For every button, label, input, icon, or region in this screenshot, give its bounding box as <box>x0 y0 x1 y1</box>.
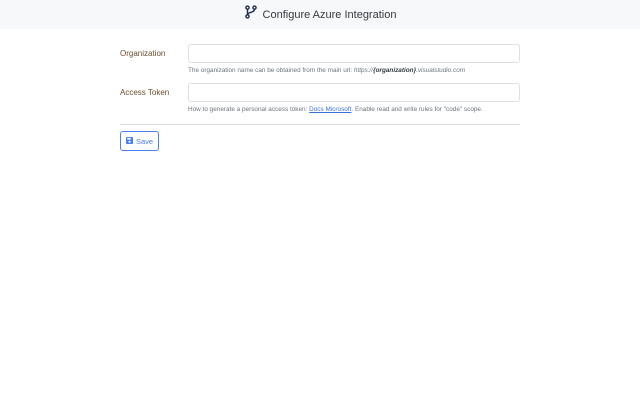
header: Configure Azure Integration <box>0 0 640 29</box>
docs-microsoft-link[interactable]: Docs Microsoft <box>309 106 351 113</box>
save-button[interactable]: Save <box>120 131 159 151</box>
organization-label: Organization <box>120 49 166 58</box>
divider <box>120 124 520 125</box>
organization-help: The organization name can be obtained fr… <box>188 67 466 74</box>
token-help: How to generate a personal access token:… <box>188 106 483 113</box>
organization-input[interactable] <box>188 44 520 63</box>
save-label: Save <box>135 136 154 146</box>
floppy-disk-icon <box>125 136 133 146</box>
git-branch-icon <box>244 5 258 24</box>
token-input[interactable] <box>188 83 520 102</box>
token-label: Access Token <box>120 88 170 97</box>
page-title: Configure Azure Integration <box>262 8 397 21</box>
